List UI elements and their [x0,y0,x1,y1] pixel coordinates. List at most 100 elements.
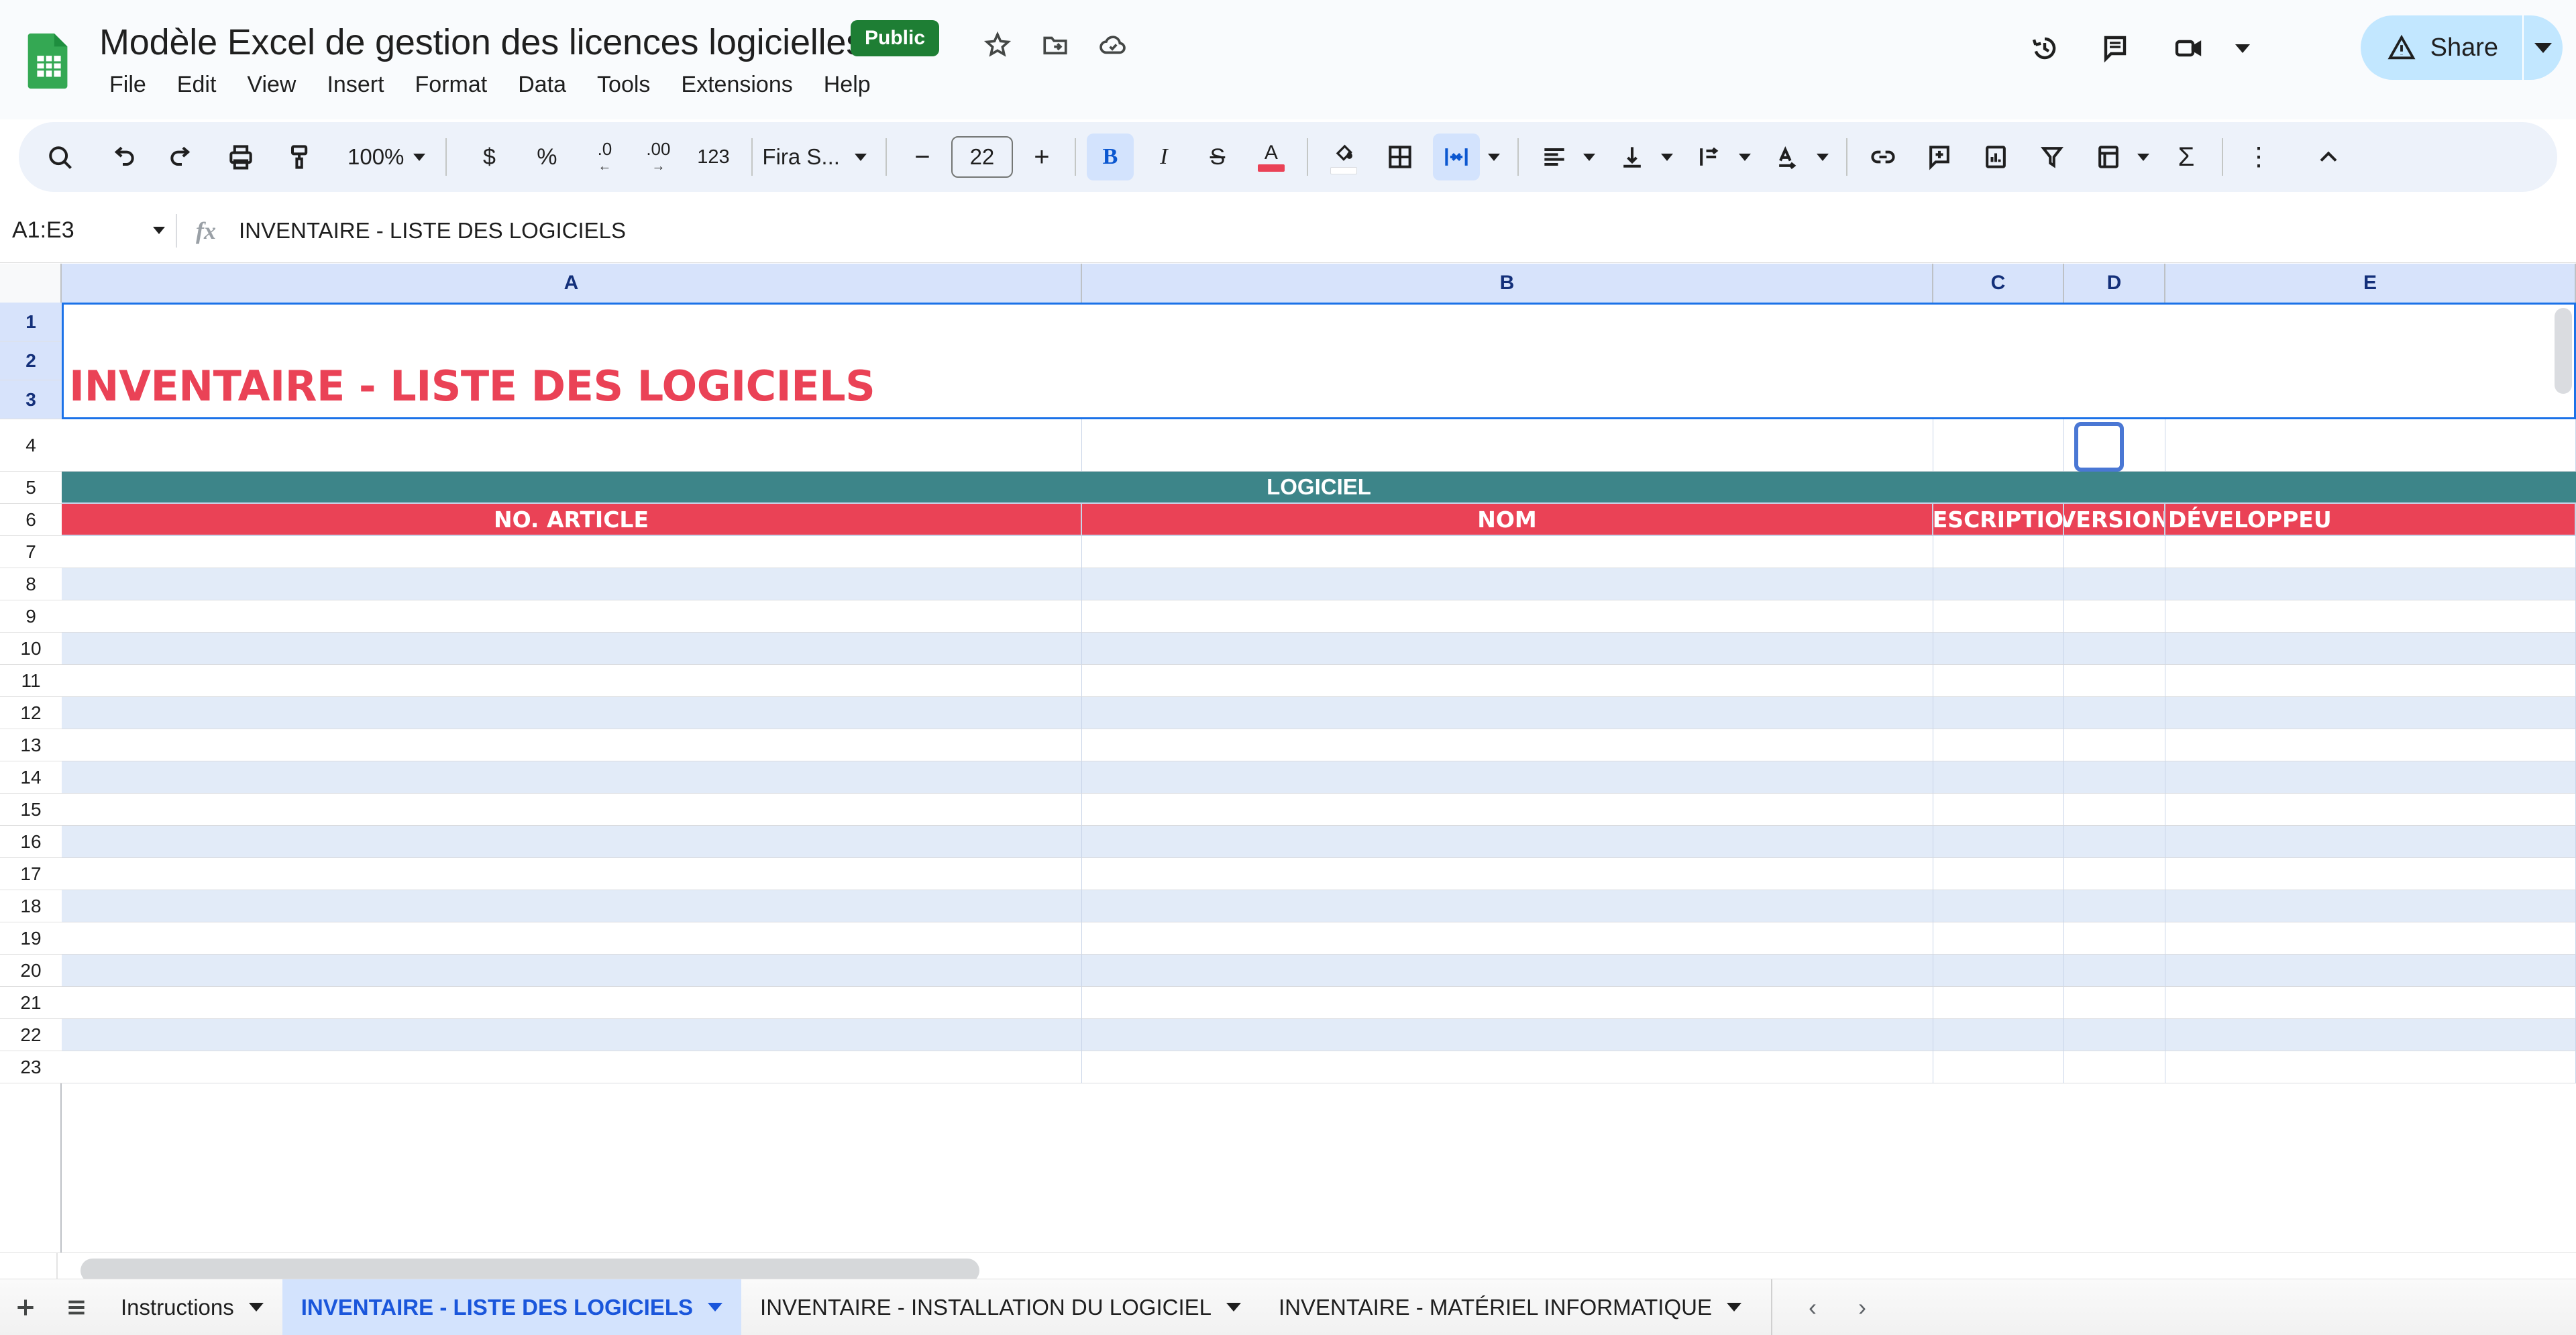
cell-b10[interactable] [1082,633,1933,665]
formula-input[interactable]: INVENTAIRE - LISTE DES LOGICIELS [239,218,626,244]
menu-item-help[interactable]: Help [808,64,886,105]
select-all-corner[interactable] [0,264,62,303]
cell-b8[interactable] [1082,568,1933,600]
cell-d7[interactable] [2064,536,2165,568]
cell-c17[interactable] [1933,858,2064,890]
row-header-7[interactable]: 7 [0,536,62,568]
cell-c12[interactable] [1933,697,2064,729]
cell-e9[interactable] [2165,600,2576,633]
cell-d14[interactable] [2064,761,2165,794]
share-dropdown-button[interactable] [2522,15,2563,80]
cell-b9[interactable] [1082,600,1933,633]
cell-d9[interactable] [2064,600,2165,633]
vertical-align-dropdown-icon[interactable] [1656,134,1678,180]
filter-views-dropdown-icon[interactable] [2132,134,2155,180]
menu-item-extensions[interactable]: Extensions [665,64,808,105]
version-history-icon[interactable] [2023,27,2066,70]
strikethrough-button[interactable]: S [1194,134,1241,180]
cell-d22[interactable] [2064,1019,2165,1051]
menu-item-tools[interactable]: Tools [582,64,665,105]
cell-c21[interactable] [1933,987,2064,1019]
cell-d15[interactable] [2064,794,2165,826]
cell-a9[interactable] [62,600,1082,633]
cell-d16[interactable] [2064,826,2165,858]
search-icon[interactable] [36,134,83,180]
fill-color-icon[interactable] [1320,134,1367,180]
row-header-20[interactable]: 20 [0,955,62,987]
cell-b13[interactable] [1082,729,1933,761]
row-header-19[interactable]: 19 [0,922,62,955]
cell-b18[interactable] [1082,890,1933,922]
cell-e11[interactable] [2165,665,2576,697]
row-header-21[interactable]: 21 [0,987,62,1019]
sheet-tab-instructions[interactable]: Instructions [102,1279,282,1335]
row-header-22[interactable]: 22 [0,1019,62,1051]
cell-e20[interactable] [2165,955,2576,987]
row-header-12[interactable]: 12 [0,697,62,729]
horizontal-align-dropdown-icon[interactable] [1578,134,1601,180]
cell-e13[interactable] [2165,729,2576,761]
menu-item-insert[interactable]: Insert [311,64,399,105]
table-header-version[interactable]: VERSION [2064,504,2165,536]
cell-a21[interactable] [62,987,1082,1019]
cell-d11[interactable] [2064,665,2165,697]
cell-a19[interactable] [62,922,1082,955]
cell-d10[interactable] [2064,633,2165,665]
menu-item-edit[interactable]: Edit [162,64,232,105]
cell-b11[interactable] [1082,665,1933,697]
row-header-17[interactable]: 17 [0,858,62,890]
cell-c9[interactable] [1933,600,2064,633]
vertical-align-icon[interactable] [1609,134,1656,180]
video-call-dropdown-icon[interactable] [2231,27,2254,70]
chevron-down-icon[interactable] [1726,1303,1741,1312]
cell-a20[interactable] [62,955,1082,987]
row-header-16[interactable]: 16 [0,826,62,858]
cell-e21[interactable] [2165,987,2576,1019]
cell-c8[interactable] [1933,568,2064,600]
column-header-a[interactable]: A [62,264,1082,303]
cell-c18[interactable] [1933,890,2064,922]
cell-e15[interactable] [2165,794,2576,826]
column-header-b[interactable]: B [1082,264,1933,303]
cell-e22[interactable] [2165,1019,2576,1051]
cell-a23[interactable] [62,1051,1082,1083]
cell-b7[interactable] [1082,536,1933,568]
more-options-icon[interactable]: ⋮ [2235,134,2282,180]
decrease-decimal-button[interactable]: .0 ← [581,134,628,180]
next-sheet-button[interactable]: › [1849,1289,1876,1326]
font-family-selector[interactable]: Fira S... [753,144,876,170]
cell-b19[interactable] [1082,922,1933,955]
cell-a14[interactable] [62,761,1082,794]
column-header-c[interactable]: C [1933,264,2064,303]
cell-b17[interactable] [1082,858,1933,890]
filter-views-icon[interactable] [2085,134,2132,180]
text-rotation-dropdown-icon[interactable] [1811,134,1834,180]
functions-icon[interactable]: Σ [2163,134,2210,180]
currency-format-button[interactable]: $ [466,134,513,180]
cell-d20[interactable] [2064,955,2165,987]
print-icon[interactable] [217,134,264,180]
cell-e12[interactable] [2165,697,2576,729]
zoom-control[interactable]: 100% [341,144,432,170]
table-header-no-article[interactable]: NO. ARTICLE [62,504,1082,536]
italic-button[interactable]: I [1140,134,1187,180]
menu-item-view[interactable]: View [231,64,311,105]
cell-c10[interactable] [1933,633,2064,665]
undo-icon[interactable] [99,134,146,180]
add-sheet-icon[interactable] [0,1279,51,1335]
merge-cells-icon[interactable] [1432,134,1480,180]
merge-cells-dropdown-icon[interactable] [1483,134,1505,180]
vertical-scrollbar-thumb[interactable] [2555,308,2572,394]
cell-c19[interactable] [1933,922,2064,955]
row-header-5[interactable]: 5 [0,472,62,504]
cell-b14[interactable] [1082,761,1933,794]
column-header-e[interactable]: E [2165,264,2576,303]
cell-a13[interactable] [62,729,1082,761]
cell-a22[interactable] [62,1019,1082,1051]
merged-title-cell[interactable]: INVENTAIRE - LISTE DES LOGICIELS [62,303,2576,419]
row-header-10[interactable]: 10 [0,633,62,665]
cell-b22[interactable] [1082,1019,1933,1051]
cell-a7[interactable] [62,536,1082,568]
cell-a17[interactable] [62,858,1082,890]
sheet-tab-inventaire-liste-des-logiciels[interactable]: INVENTAIRE - LISTE DES LOGICIELS [282,1279,742,1335]
